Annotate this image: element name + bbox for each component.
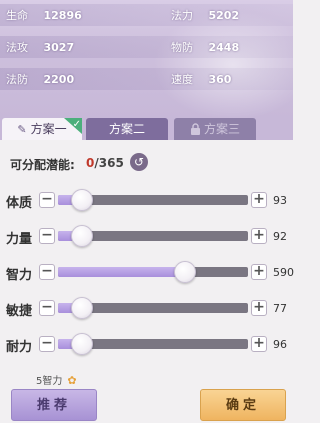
attribute-label: 耐力: [6, 340, 33, 355]
increase-button[interactable]: +: [251, 192, 267, 208]
attribute-slider[interactable]: [58, 261, 248, 283]
attribute-slider[interactable]: [58, 225, 248, 247]
potential-points: 可分配潜能: 0/365 ↺: [0, 140, 293, 180]
decrease-button[interactable]: −: [39, 192, 55, 208]
pencil-icon: ✎: [17, 123, 27, 136]
attribute-value: 96: [273, 338, 287, 351]
attribute-slider[interactable]: [58, 333, 248, 355]
attribute-label: 体质: [6, 196, 33, 211]
points-value: 0/365: [86, 156, 124, 170]
tab-plan-1[interactable]: ✎ 方案一 ✓: [2, 118, 82, 140]
increase-button[interactable]: +: [251, 336, 267, 352]
recommend-hint: 5智力 ✿: [36, 374, 77, 387]
stat-magic-defense: 法防 2200: [6, 73, 75, 86]
slider-fill: [58, 267, 185, 277]
attribute-row-constitution: 体质 − + 93: [0, 182, 293, 218]
slider-handle[interactable]: [71, 189, 93, 211]
confirm-button[interactable]: 确定: [200, 389, 286, 421]
decrease-button[interactable]: −: [39, 264, 55, 280]
increase-button[interactable]: +: [251, 300, 267, 316]
points-label: 可分配潜能:: [10, 158, 75, 172]
stat-physical-defense: 物防 2448: [171, 41, 240, 54]
attribute-label: 力量: [6, 232, 33, 247]
attribute-row-agility: 敏捷 − + 77: [0, 290, 293, 326]
stat-mp: 法力 5202: [171, 9, 240, 22]
increase-button[interactable]: +: [251, 228, 267, 244]
attribute-row-intelligence: 智力 − + 590: [0, 254, 294, 290]
gear-icon[interactable]: ✿: [67, 374, 76, 387]
attribute-row-strength: 力量 − + 92: [0, 218, 293, 254]
decrease-button[interactable]: −: [39, 300, 55, 316]
attribute-value: 590: [273, 266, 294, 279]
attribute-value: 92: [273, 230, 287, 243]
attribute-label: 智力: [6, 268, 33, 283]
slider-handle[interactable]: [71, 225, 93, 247]
reset-icon[interactable]: ↺: [130, 153, 148, 171]
attribute-value: 77: [273, 302, 287, 315]
attribute-slider[interactable]: [58, 297, 248, 319]
decrease-button[interactable]: −: [39, 336, 55, 352]
increase-button[interactable]: +: [251, 264, 267, 280]
attribute-label: 敏捷: [6, 304, 33, 319]
stats-panel: 生命 12896 法力 5202 法攻 3027 物防 2448 法防 2200…: [0, 0, 293, 118]
slider-handle[interactable]: [71, 333, 93, 355]
decrease-button[interactable]: −: [39, 228, 55, 244]
lock-icon: [190, 120, 201, 142]
stat-hp: 生命 12896: [6, 9, 82, 22]
tab-plan-2[interactable]: 方案二: [86, 118, 168, 140]
stats-row: 生命 12896 法力 5202: [0, 4, 293, 26]
plan-tabs: ✎ 方案一 ✓ 方案二 方案三: [0, 118, 293, 140]
stat-magic-attack: 法攻 3027: [6, 41, 75, 54]
attribute-slider[interactable]: [58, 189, 248, 211]
recommend-button[interactable]: 推荐: [11, 389, 97, 421]
attribute-row-endurance: 耐力 − + 96: [0, 326, 293, 362]
attribute-value: 93: [273, 194, 287, 207]
stats-row: 法攻 3027 物防 2448: [0, 36, 293, 58]
slider-handle[interactable]: [173, 261, 196, 283]
slider-handle[interactable]: [71, 297, 93, 319]
tab-plan-3[interactable]: 方案三: [174, 118, 256, 140]
stats-row: 法防 2200 速度 360: [0, 68, 293, 90]
stat-speed: 速度 360: [171, 73, 232, 86]
